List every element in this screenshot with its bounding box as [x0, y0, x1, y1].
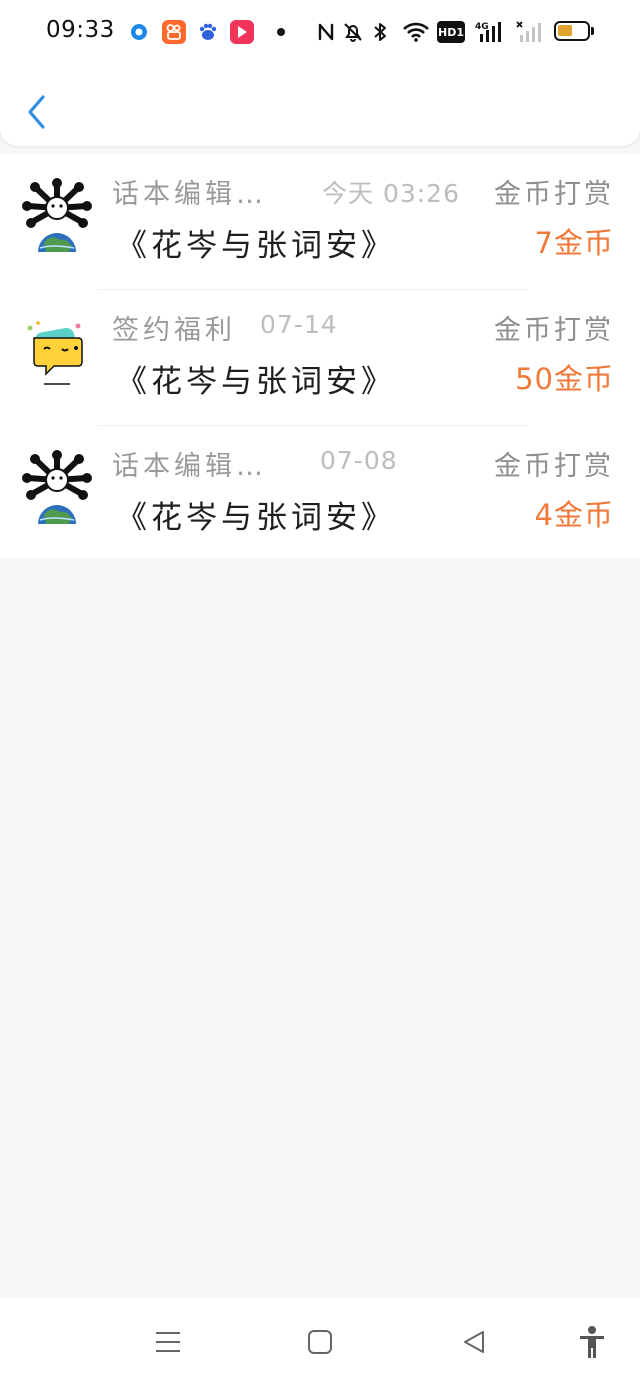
record-time: 07-08 [320, 446, 398, 475]
more-notifications-dot [277, 28, 285, 36]
status-time: 09:33 [46, 17, 115, 43]
record-amount: 7金币 [534, 226, 614, 260]
back-nav-button[interactable] [454, 1324, 494, 1360]
signal-4g-icon: 4G [474, 20, 508, 44]
record-time: 今天 03:26 [322, 179, 460, 208]
reward-record-list: 话本编辑… 今天 03:26 金币打赏 《花岑与张词安》 7金币 签约福利 07… [0, 154, 640, 558]
back-triangle-icon [464, 1331, 484, 1353]
record-type: 金币打赏 [494, 179, 614, 210]
system-nav-bar [0, 1298, 640, 1387]
home-square-icon [308, 1330, 332, 1354]
signal-no-sim-icon [515, 20, 545, 44]
record-type: 金币打赏 [494, 451, 614, 482]
hd-badge: HD1 [437, 21, 465, 43]
baidu-icon [196, 20, 220, 44]
list-item[interactable]: 话本编辑… 07-08 金币打赏 《花岑与张词安》 4金币 [0, 426, 640, 562]
kuaishou-icon [162, 20, 186, 44]
menu-button[interactable] [148, 1324, 188, 1360]
record-book-title: 《花岑与张词安》 [116, 228, 396, 264]
record-amount: 4金币 [534, 498, 614, 532]
record-source: 话本编辑… [112, 451, 267, 482]
back-button[interactable] [18, 90, 54, 134]
accessibility-icon [580, 1326, 604, 1358]
nfc-icon [316, 20, 336, 44]
record-type: 金币打赏 [494, 315, 614, 346]
record-time: 07-14 [260, 310, 338, 339]
accessibility-button[interactable] [572, 1324, 612, 1360]
battery-tip [591, 27, 594, 35]
list-item[interactable]: 话本编辑… 今天 03:26 金币打赏 《花岑与张词安》 7金币 [0, 154, 640, 290]
app-notification-icon [127, 20, 151, 44]
menu-icon [156, 1332, 180, 1352]
wifi-icon [401, 20, 431, 44]
top-bar: 09:33 HD1 4G [0, 0, 640, 146]
list-item[interactable]: 签约福利 07-14 金币打赏 《花岑与张词安》 50金币 [0, 290, 640, 426]
record-book-title: 《花岑与张词安》 [116, 364, 396, 400]
bluetooth-icon [371, 20, 389, 44]
chat-bubble-avatar [22, 314, 92, 390]
record-book-title: 《花岑与张词安》 [116, 500, 396, 536]
video-app-icon [230, 20, 254, 44]
home-button[interactable] [300, 1324, 340, 1360]
world-editor-avatar [22, 178, 92, 254]
battery-icon [554, 21, 590, 41]
mute-bell-icon [342, 20, 364, 44]
chevron-left-icon [28, 95, 45, 129]
record-source: 话本编辑… [112, 179, 267, 210]
record-amount: 50金币 [515, 362, 614, 396]
status-bar: 09:33 HD1 4G [0, 0, 640, 64]
world-editor-avatar [22, 450, 92, 526]
record-source: 签约福利 [112, 315, 236, 346]
battery-level [558, 25, 572, 36]
